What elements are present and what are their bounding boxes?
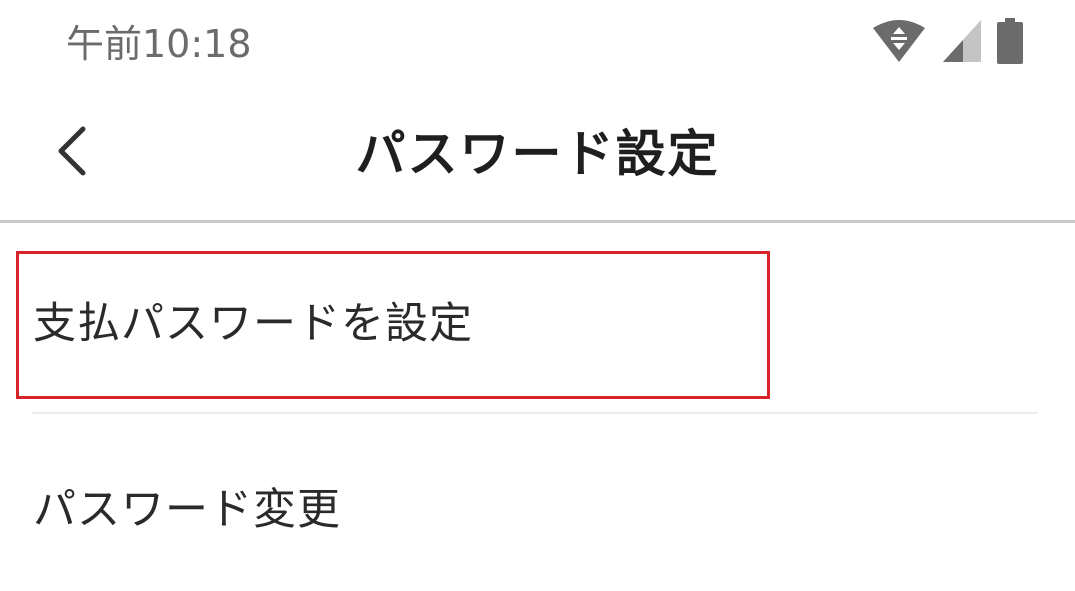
- battery-icon: [997, 18, 1023, 68]
- cellular-signal-icon: [941, 18, 983, 68]
- screen: 午前10:18 パスワード設定 支払パスワードを設定 パスワード変更: [0, 0, 1075, 591]
- app-bar: パスワード設定: [0, 88, 1075, 223]
- page-title: パスワード設定: [355, 125, 720, 183]
- status-time: 午前10:18: [66, 22, 252, 66]
- list-item-label: パスワード変更: [33, 485, 341, 535]
- divider: [32, 412, 1038, 414]
- wifi-icon: [871, 18, 927, 68]
- list-item-set-payment-password[interactable]: 支払パスワードを設定: [16, 251, 1040, 397]
- status-bar: 午前10:18: [0, 0, 1075, 88]
- list-item-change-password[interactable]: パスワード変更: [16, 440, 1040, 580]
- status-icons: [871, 18, 1023, 68]
- list-item-label: 支払パスワードを設定: [33, 299, 473, 349]
